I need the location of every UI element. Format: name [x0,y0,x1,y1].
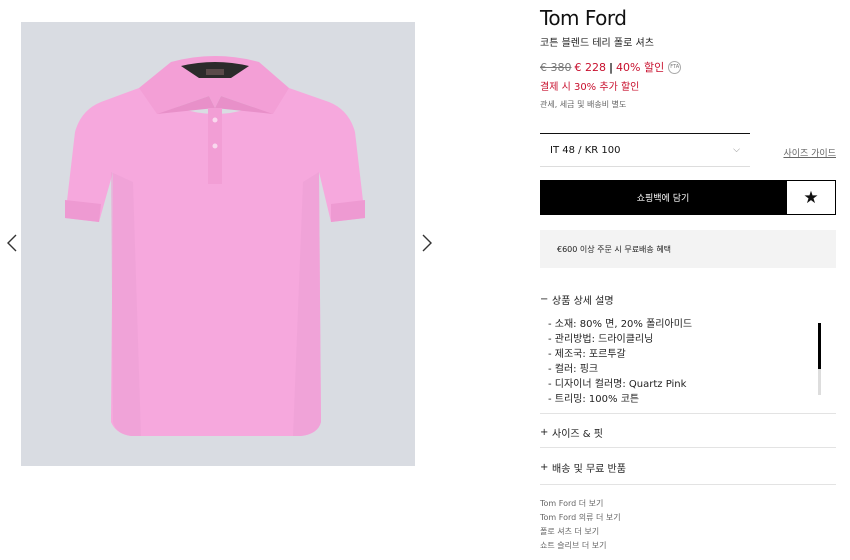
accordion-label: 사이즈 & 핏 [552,429,603,440]
star-icon: ★ [803,187,819,208]
duty-note: 관세, 세금 및 배송비 별도 [540,100,627,109]
accordion-label: 상품 상세 설명 [552,296,614,307]
list-item: - 디자이너 컬러명: Quartz Pink [548,379,687,390]
product-title: 코튼 블렌드 테리 폴로 셔츠 [540,38,654,49]
selected-size: IT 48 / KR 100 [550,144,621,156]
price-row: € 380 € 228 | 40% 할인 FTA [540,59,682,75]
chevron-down-icon: ⌵ [733,145,740,155]
extra-discount-text: 결제 시 30% 추가 할인 [540,82,640,93]
size-select[interactable]: IT 48 / KR 100 ⌵ [540,133,750,167]
list-item: - 제조국: 포르투갈 [548,349,626,360]
product-details-list: - 소재: 80% 면, 20% 폴리아미드 - 관리방법: 드라이클리닝 - … [548,317,813,403]
list-item: - 트리밍: 100% 코튼 [548,394,640,403]
discount-label: 40% 할인 [616,61,665,74]
chevron-right-icon [422,234,432,252]
divider [540,413,836,414]
more-link[interactable]: 폴로 셔츠 더 보기 [540,525,621,539]
more-links: Tom Ford 더 보기 Tom Ford 의류 더 보기 폴로 셔츠 더 보… [540,497,621,553]
minus-icon: − [540,294,549,305]
accordion-label: 배송 및 무료 반품 [552,464,626,475]
price-separator: | [609,60,614,74]
list-item: - 컬러: 핑크 [548,364,599,375]
accordion-size-fit[interactable]: + 사이즈 & 핏 [540,425,603,440]
more-link[interactable]: Tom Ford 더 보기 [540,497,621,511]
original-price: € 380 [540,60,572,74]
list-item: - 소재: 80% 면, 20% 폴리아미드 [548,319,693,330]
plus-icon: + [540,427,549,438]
details-scrollbar-thumb[interactable] [818,323,821,369]
fta-badge-icon[interactable]: FTA [668,60,682,74]
more-link[interactable]: 쇼트 슬리브 더 보기 [540,539,621,553]
divider [540,484,836,485]
add-to-bag-button[interactable]: 쇼핑백에 담기 [540,180,786,215]
divider [540,447,836,448]
more-link[interactable]: Tom Ford 의류 더 보기 [540,511,621,525]
list-item: - 관리방법: 드라이클리닝 [548,334,654,345]
sale-price: € 228 [574,60,607,74]
accordion-shipping-returns[interactable]: + 배송 및 무료 반품 [540,460,626,475]
free-shipping-banner: €600 이상 주문 시 무료배송 혜택 [540,230,836,268]
product-gallery [0,0,440,480]
product-image[interactable] [21,22,415,466]
wishlist-button[interactable]: ★ [786,180,836,215]
polo-shirt-image [21,22,415,466]
size-guide-link[interactable]: 사이즈 가이드 [780,146,836,159]
plus-icon: + [540,462,549,473]
next-image-button[interactable] [417,232,437,254]
accordion-product-details[interactable]: − 상품 상세 설명 [540,292,614,307]
brand-name[interactable]: Tom Ford [540,6,627,30]
chevron-left-icon [7,234,17,252]
previous-image-button[interactable] [2,232,22,254]
